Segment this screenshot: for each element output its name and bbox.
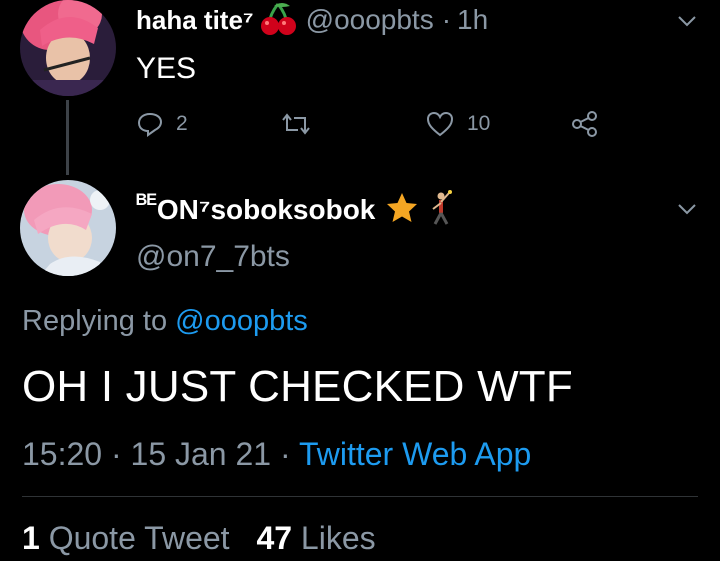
reply-icon xyxy=(136,110,164,138)
likes-stat[interactable]: 47 Likes xyxy=(256,520,375,556)
parent-more-chevron-icon[interactable] xyxy=(676,10,698,32)
likes-label: Likes xyxy=(300,520,376,556)
reply-handle[interactable]: @on7_7bts xyxy=(136,240,290,274)
reply-display-name-prefix[interactable]: ᴮᴱ xyxy=(136,190,157,218)
likes-count: 47 xyxy=(256,520,293,556)
quote-count: 1 xyxy=(22,520,40,556)
replying-to-line: Replying to @ooopbts xyxy=(22,305,308,338)
quote-label: Quote Tweet xyxy=(48,520,230,556)
share-icon xyxy=(570,110,600,138)
tweet-date[interactable]: 15 Jan 21 xyxy=(131,436,272,472)
parent-tweet-text: YES xyxy=(136,52,197,85)
heart-icon xyxy=(425,110,455,138)
like-action[interactable]: 10 xyxy=(425,110,490,138)
meta-separator-1: · xyxy=(110,436,122,472)
star-icon xyxy=(385,191,419,230)
reply-avatar[interactable] xyxy=(20,180,116,276)
parent-time[interactable]: 1h xyxy=(457,4,488,36)
like-count: 10 xyxy=(467,112,491,135)
reply-display-name[interactable]: ON⁷soboksobok xyxy=(157,194,375,226)
parent-avatar[interactable] xyxy=(20,0,116,96)
tweet-source-link[interactable]: Twitter Web App xyxy=(299,436,531,472)
thread-connector-line xyxy=(66,100,69,175)
tweet-meta-line: 15:20 · 15 Jan 21 · Twitter Web App xyxy=(22,436,531,473)
quote-tweets-stat[interactable]: 1 Quote Tweet xyxy=(22,520,238,556)
parent-separator: · xyxy=(441,4,452,35)
reply-action[interactable]: 2 xyxy=(136,110,188,138)
parent-handle[interactable]: @ooopbts xyxy=(306,4,434,36)
replying-to-label: Replying to xyxy=(22,305,168,337)
parent-display-name[interactable]: haha tite⁷ xyxy=(136,5,254,36)
reply-tweet-text: OH I JUST CHECKED WTF xyxy=(22,362,573,411)
stats-divider xyxy=(22,496,698,497)
tweet-time[interactable]: 15:20 xyxy=(22,436,102,472)
reply-name-row: ᴮᴱ ON⁷soboksobok xyxy=(136,189,455,232)
parent-name-row: haha tite⁷ @ooopbts · 1h xyxy=(136,2,488,38)
share-action[interactable] xyxy=(570,110,600,138)
dancing-figure-icon xyxy=(427,189,455,232)
retweet-icon xyxy=(280,110,312,138)
cherries-icon xyxy=(260,0,298,41)
meta-separator-2: · xyxy=(279,436,291,472)
tweet-stats: 1 Quote Tweet 47 Likes xyxy=(22,520,376,557)
replying-to-link[interactable]: @ooopbts xyxy=(175,305,308,337)
retweet-action[interactable] xyxy=(280,110,312,138)
reply-more-chevron-icon[interactable] xyxy=(676,198,698,220)
reply-count: 2 xyxy=(176,112,188,135)
